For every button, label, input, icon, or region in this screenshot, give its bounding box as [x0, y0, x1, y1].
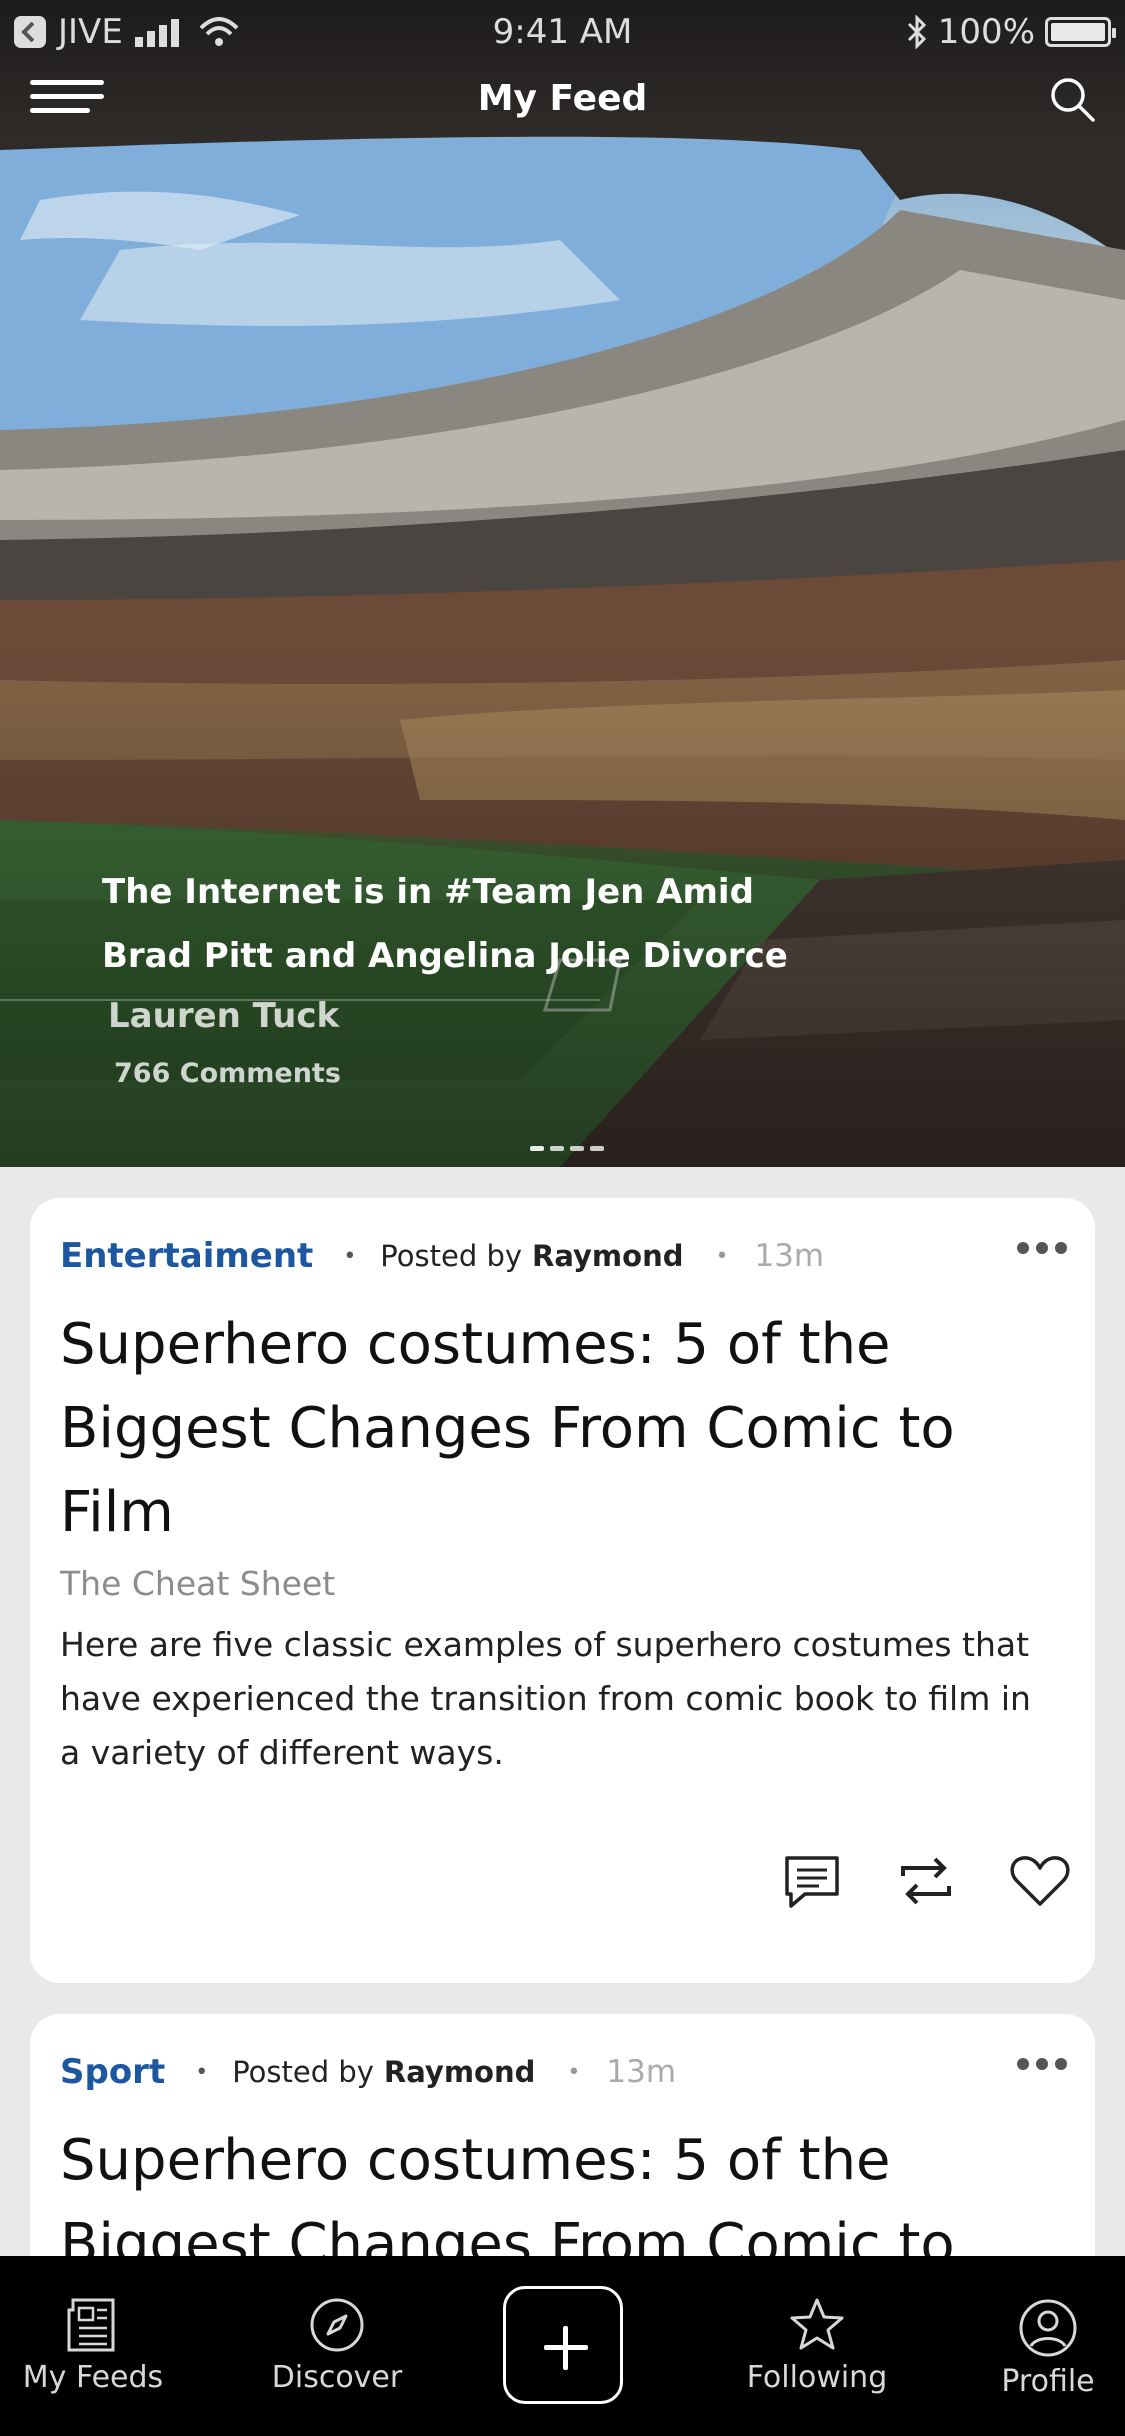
card-meta: Sport • Posted by Raymond • 13m	[60, 2052, 676, 2092]
carousel-dot[interactable]	[590, 1146, 604, 1151]
card-author[interactable]: Raymond	[384, 2055, 535, 2089]
tab-label: Profile	[1001, 2364, 1095, 2399]
feed-card[interactable]: Entertaiment • Posted by Raymond • 13m S…	[30, 1198, 1095, 1983]
ellipsis-icon[interactable]	[1017, 2058, 1067, 2070]
card-age: 13m	[606, 2054, 677, 2090]
ellipsis-icon[interactable]	[1017, 1242, 1067, 1254]
card-meta: Entertaiment • Posted by Raymond • 13m	[60, 1236, 824, 1276]
card-actions	[779, 1848, 1073, 1914]
hero-carousel[interactable]: JIVE 9:41 AM 100% My Feed The Internet i…	[0, 0, 1125, 1167]
plus-icon[interactable]	[503, 2286, 623, 2404]
status-right: 100%	[906, 12, 1116, 52]
meta-separator: •	[195, 2059, 209, 2085]
newspaper-icon	[67, 2298, 115, 2352]
carousel-dot[interactable]	[570, 1146, 584, 1151]
battery-icon	[1045, 17, 1116, 47]
repost-icon[interactable]	[893, 1848, 959, 1914]
nav-bar: My Feed	[0, 60, 1125, 140]
tab-following[interactable]: Following	[732, 2296, 902, 2395]
heart-icon[interactable]	[1007, 1848, 1073, 1914]
status-bar: JIVE 9:41 AM 100%	[0, 0, 1125, 60]
tab-profile[interactable]: Profile	[963, 2298, 1125, 2399]
card-age: 13m	[754, 1238, 825, 1274]
compass-icon	[310, 2298, 364, 2352]
card-source: The Cheat Sheet	[60, 1564, 336, 1603]
carousel-indicator	[530, 1146, 604, 1151]
hero-headline-line2: Brad Pitt and Angelina Jolie Divorce	[102, 936, 788, 976]
comment-icon[interactable]	[779, 1848, 845, 1914]
card-title[interactable]: Superhero costumes: 5 of the Biggest Cha…	[60, 1303, 1020, 1555]
hero-article[interactable]: The Internet is in #Team Jen Amid Brad P…	[102, 860, 788, 1089]
posted-by-label: Posted by	[232, 2055, 374, 2089]
tab-discover[interactable]: Discover	[252, 2296, 422, 2395]
star-icon	[790, 2298, 844, 2350]
page-title: My Feed	[477, 78, 648, 119]
card-category[interactable]: Sport	[60, 2052, 165, 2092]
bluetooth-icon	[907, 15, 926, 49]
tab-label: Discover	[271, 2360, 403, 2395]
user-icon	[1019, 2299, 1077, 2357]
hero-headline-line1: The Internet is in #Team Jen Amid	[102, 872, 754, 912]
card-author[interactable]: Raymond	[532, 1239, 683, 1273]
card-excerpt: Here are five classic examples of superh…	[60, 1625, 1031, 1772]
tab-label: My Feeds	[22, 2360, 164, 2395]
hero-author[interactable]: Lauren Tuck	[108, 996, 788, 1036]
search-icon[interactable]	[1047, 74, 1097, 124]
meta-separator: •	[343, 1243, 357, 1269]
carousel-dot[interactable]	[530, 1146, 544, 1151]
posted-by-label: Posted by	[380, 1239, 523, 1273]
meta-separator: •	[715, 1243, 729, 1269]
tab-label: Following	[746, 2360, 888, 2395]
carousel-dot[interactable]	[550, 1146, 564, 1151]
card-category[interactable]: Entertaiment	[60, 1236, 313, 1276]
battery-percent: 100%	[937, 12, 1035, 52]
tab-bar: My Feeds Discover Following Profile	[0, 2256, 1125, 2436]
hero-comments[interactable]: 766 Comments	[114, 1058, 788, 1089]
tab-my-feeds[interactable]: My Feeds	[8, 2296, 178, 2395]
battery-fill	[1051, 23, 1105, 41]
meta-separator: •	[567, 2059, 581, 2085]
